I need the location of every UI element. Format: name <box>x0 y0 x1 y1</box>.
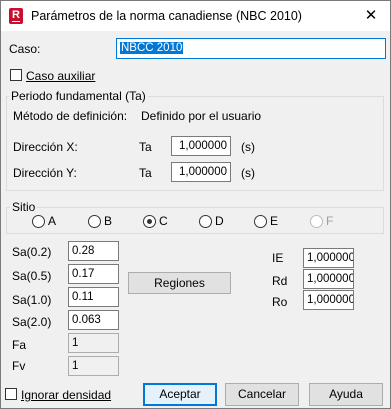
site-a-radio[interactable] <box>32 215 45 228</box>
fv-input: 1 <box>68 356 119 376</box>
site-b-label[interactable]: B <box>104 214 112 228</box>
sa10-label: Sa(1.0) <box>12 293 52 307</box>
sa10-input[interactable]: 0.11 <box>68 287 119 307</box>
app-icon-letter: R <box>12 9 20 21</box>
site-f-radio <box>310 215 323 228</box>
ignorar-densidad-checkbox[interactable] <box>5 388 17 400</box>
site-c-label[interactable]: C <box>159 214 168 228</box>
site-d-label[interactable]: D <box>215 214 224 228</box>
sa02-input[interactable]: 0.28 <box>68 241 119 261</box>
site-a-label[interactable]: A <box>48 214 56 228</box>
sa05-input[interactable]: 0.17 <box>68 264 119 284</box>
sa02-label: Sa(0.2) <box>12 245 52 259</box>
sa20-label: Sa(2.0) <box>12 315 52 329</box>
robot-app-icon: R <box>9 8 23 24</box>
dir-x-input[interactable]: 1,000000 <box>171 136 231 156</box>
dir-x-label: Dirección X: <box>13 140 78 154</box>
periodo-group-title: Periodo fundamental (Ta) <box>9 89 148 103</box>
dialog-window: R Parámetros de la norma canadiense (NBC… <box>0 0 391 409</box>
sitio-group-title: Sitio <box>10 200 38 214</box>
help-button[interactable]: Ayuda <box>309 383 383 406</box>
caso-input[interactable]: NBCC 2010 <box>116 38 386 59</box>
ro-label: Ro <box>272 295 288 309</box>
caso-value: NBCC 2010 <box>120 42 184 54</box>
window-title: Parámetros de la norma canadiense (NBC 2… <box>31 9 302 23</box>
site-c-radio[interactable] <box>143 215 156 228</box>
dir-x-unit: (s) <box>241 140 255 154</box>
fv-label: Fv <box>12 359 26 373</box>
caso-auxiliar-checkbox[interactable] <box>10 69 22 81</box>
sa05-label: Sa(0.5) <box>12 269 52 283</box>
site-f-label: F <box>326 214 334 228</box>
ie-input[interactable]: 1,000000 <box>303 248 354 268</box>
site-d-radio[interactable] <box>199 215 212 228</box>
sa20-input[interactable]: 0.063 <box>68 310 119 330</box>
method-label: Método de definición: <box>13 109 128 123</box>
cancel-button[interactable]: Cancelar <box>225 383 299 406</box>
dir-y-input[interactable]: 1,000000 <box>171 162 231 182</box>
dir-y-ta-label: Ta <box>139 166 152 180</box>
site-e-radio[interactable] <box>254 215 267 228</box>
caso-label: Caso: <box>9 42 41 56</box>
rd-label: Rd <box>272 274 288 288</box>
site-e-label[interactable]: E <box>270 214 278 228</box>
ignorar-densidad-text: Ignorar densidad <box>21 388 112 402</box>
rd-input[interactable]: 1,000000 <box>303 269 354 289</box>
ie-label: IE <box>272 251 284 265</box>
caso-auxiliar-text: Caso auxiliar <box>26 69 96 83</box>
caso-auxiliar-label[interactable]: Caso auxiliar <box>26 69 95 83</box>
accept-button[interactable]: Aceptar <box>143 383 217 406</box>
fa-input: 1 <box>68 333 119 353</box>
dir-x-ta-label: Ta <box>139 140 152 154</box>
regiones-button[interactable]: Regiones <box>128 272 231 294</box>
fa-label: Fa <box>12 338 27 352</box>
close-icon[interactable]: ✕ <box>361 7 381 25</box>
method-value: Definido por el usuario <box>141 109 262 123</box>
dir-y-label: Dirección Y: <box>13 166 77 180</box>
title-bar: R Parámetros de la norma canadiense (NBC… <box>1 1 390 31</box>
dir-y-unit: (s) <box>241 166 255 180</box>
ro-input[interactable]: 1,000000 <box>303 290 354 310</box>
site-b-radio[interactable] <box>88 215 101 228</box>
ignorar-densidad-label[interactable]: Ignorar densidad <box>21 388 111 402</box>
